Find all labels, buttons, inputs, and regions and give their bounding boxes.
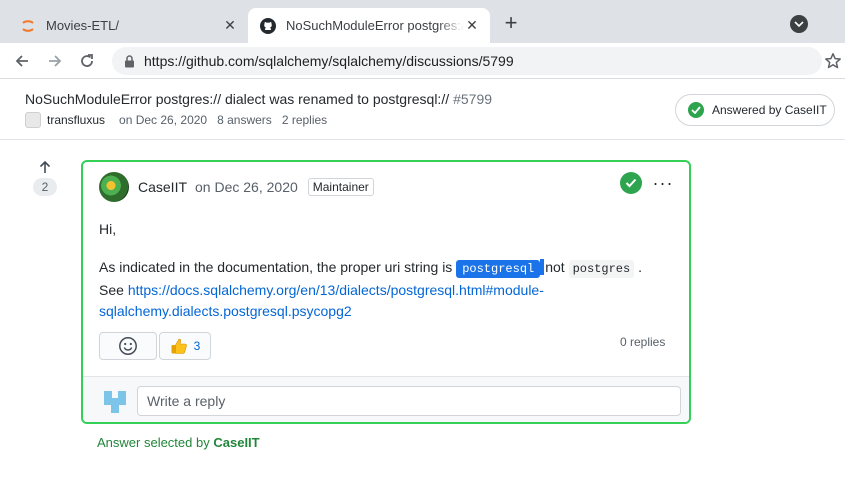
answer-selected-by: Answer selected by CaseIIT xyxy=(97,435,260,450)
new-tab-plus-icon[interactable]: + xyxy=(500,12,522,34)
user-avatar[interactable] xyxy=(99,172,129,202)
answer-see-prefix: See xyxy=(99,282,124,298)
maintainer-badge: Maintainer xyxy=(307,178,374,196)
thumbs-up-count: 3 xyxy=(193,339,201,353)
answer-body: Hi, As indicated in the documentation, t… xyxy=(99,219,669,322)
answer-selected-user-link[interactable]: CaseIIT xyxy=(213,435,259,450)
jupyter-icon xyxy=(20,18,36,34)
browser-tab-strip: Movies-ETL/ ✕ NoSuchModuleError postgres… xyxy=(0,0,845,43)
reply-composer: Write a reply xyxy=(83,376,689,422)
browser-tab-movies-etl[interactable]: Movies-ETL/ ✕ xyxy=(8,8,248,43)
answered-by-button[interactable]: Answered by CaseIIT xyxy=(675,94,835,126)
vote-count: 2 xyxy=(33,178,57,196)
tab-search-chevron-down-icon[interactable] xyxy=(790,15,808,33)
lock-icon xyxy=(122,54,136,68)
browser-tab-github-discussion[interactable]: NoSuchModuleError postgres:// d ✕ xyxy=(248,8,490,43)
answer-text-before: As indicated in the documentation, the p… xyxy=(99,259,453,275)
accepted-answer-check-icon xyxy=(620,172,642,194)
close-tab-icon[interactable]: ✕ xyxy=(222,17,238,34)
discussion-date[interactable]: on Dec 26, 2020 xyxy=(119,113,207,127)
tab-title: Movies-ETL/ xyxy=(46,18,119,33)
answer-text-middle: not xyxy=(545,259,565,275)
more-options-kebab-icon[interactable]: ··· xyxy=(653,174,673,192)
answer-paragraph: As indicated in the documentation, the p… xyxy=(99,257,669,322)
address-bar[interactable]: https://github.com/sqlalchemy/sqlalchemy… xyxy=(112,47,822,75)
text-selection-highlight xyxy=(540,259,545,275)
answer-author-link[interactable]: CaseIIT xyxy=(138,179,187,195)
answer-date[interactable]: on Dec 26, 2020 xyxy=(195,179,298,195)
replies-count[interactable]: 0 replies xyxy=(620,335,665,349)
upvote-arrow-icon[interactable] xyxy=(38,160,52,174)
url-text: https://github.com/sqlalchemy/sqlalchemy… xyxy=(144,53,514,69)
current-user-avatar xyxy=(101,388,129,416)
check-circle-icon xyxy=(688,102,704,118)
discussion-author-link[interactable]: transfluxus xyxy=(47,113,105,127)
discussion-header: NoSuchModuleError postgres:// dialect wa… xyxy=(0,80,845,140)
browser-toolbar: https://github.com/sqlalchemy/sqlalchemy… xyxy=(0,43,845,79)
answered-by-label: Answered by CaseIIT xyxy=(712,103,827,117)
forward-arrow-icon[interactable] xyxy=(43,49,67,73)
bookmark-star-icon[interactable] xyxy=(824,52,842,70)
thumbs-up-reaction-button[interactable]: 3 xyxy=(159,332,211,360)
answer-card: CaseIIT on Dec 26, 2020 Maintainer ··· H… xyxy=(81,160,691,424)
answer-header: CaseIIT on Dec 26, 2020 Maintainer xyxy=(99,172,374,202)
discussion-number: #5799 xyxy=(453,91,493,107)
answer-text-after: . xyxy=(638,259,642,275)
add-reaction-button[interactable] xyxy=(99,332,157,360)
smiley-icon xyxy=(119,337,137,355)
discussion-replies-count: 2 replies xyxy=(281,113,328,127)
answer-selected-prefix: Answer selected by xyxy=(97,435,210,450)
tab-title: NoSuchModuleError postgres:// d xyxy=(286,18,464,33)
close-tab-icon[interactable]: ✕ xyxy=(464,17,480,34)
github-icon xyxy=(260,17,276,34)
code-postgres: postgres xyxy=(568,260,635,278)
discussion-answers-count: 8 answers xyxy=(217,113,272,127)
code-postgresql-selected: postgresql xyxy=(456,260,541,278)
reply-input[interactable]: Write a reply xyxy=(137,386,681,416)
thumbs-up-icon xyxy=(171,338,187,354)
discussion-title-text: NoSuchModuleError postgres:// dialect wa… xyxy=(25,91,450,107)
reload-icon[interactable] xyxy=(75,49,99,73)
discussion-meta: transfluxus on Dec 26, 2020 8 answers 2 … xyxy=(25,112,337,128)
back-arrow-icon[interactable] xyxy=(10,49,34,73)
discussion-title: NoSuchModuleError postgres:// dialect wa… xyxy=(25,91,492,107)
docs-link[interactable]: https://docs.sqlalchemy.org/en/13/dialec… xyxy=(99,282,544,319)
author-avatar[interactable] xyxy=(25,112,41,128)
answer-greeting: Hi, xyxy=(99,221,117,237)
